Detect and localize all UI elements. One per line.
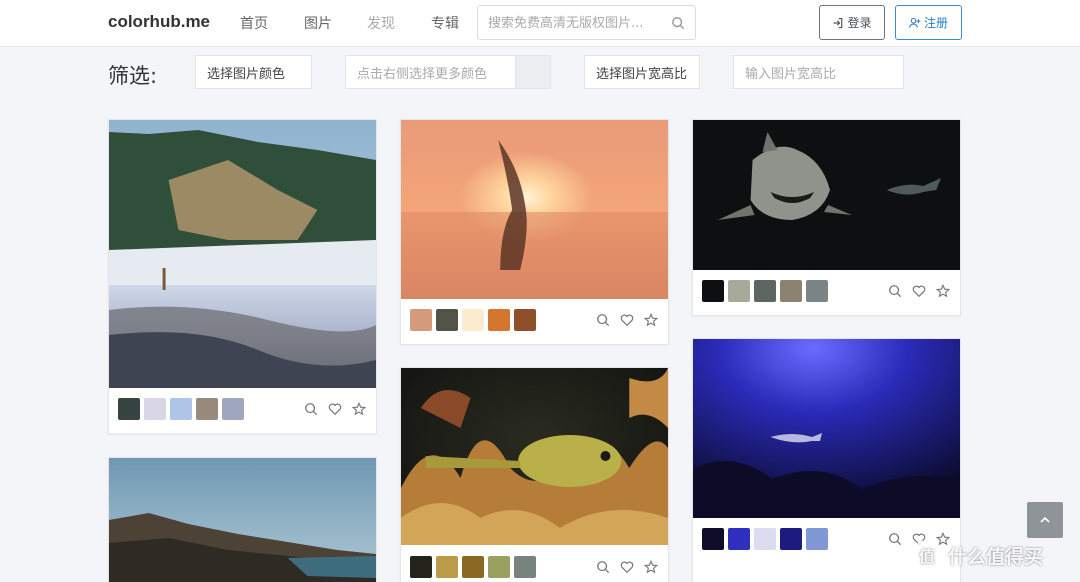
card-actions — [596, 560, 658, 574]
site-logo[interactable]: colorhub.me — [108, 12, 210, 32]
watermark-text: 什么值得买 — [948, 545, 1044, 568]
top-navbar: colorhub.me 首页 图片 发现 专辑 登录 注册 — [0, 0, 1080, 47]
photo-underwater-blue[interactable] — [693, 339, 960, 518]
color-swatch[interactable] — [436, 309, 458, 331]
color-swatch[interactable] — [410, 309, 432, 331]
chevron-up-icon — [1040, 516, 1050, 523]
color-swatch[interactable] — [462, 309, 484, 331]
color-swatch[interactable] — [488, 556, 510, 578]
heart-icon[interactable] — [328, 402, 342, 416]
search-icon[interactable] — [596, 560, 610, 574]
nav-images[interactable]: 图片 — [304, 13, 332, 33]
color-swatch[interactable] — [488, 309, 510, 331]
star-icon[interactable] — [644, 313, 658, 327]
star-icon[interactable] — [936, 284, 950, 298]
nav-discover[interactable]: 发现 — [367, 13, 395, 33]
image-card[interactable] — [692, 119, 961, 316]
color-swatch[interactable] — [780, 528, 802, 550]
image-card[interactable] — [400, 367, 669, 582]
color-swatch[interactable] — [436, 556, 458, 578]
search-icon[interactable] — [596, 313, 610, 327]
star-icon[interactable] — [644, 560, 658, 574]
search-icon[interactable] — [888, 284, 902, 298]
color-swatch[interactable] — [806, 280, 828, 302]
color-swatch[interactable] — [806, 528, 828, 550]
color-swatch[interactable] — [118, 398, 140, 420]
search-icon[interactable] — [671, 16, 685, 30]
color-swatch[interactable] — [410, 556, 432, 578]
color-swatch[interactable] — [170, 398, 192, 420]
nav-albums[interactable]: 专辑 — [431, 13, 459, 33]
ratio-input[interactable]: 输入图片宽高比 — [733, 55, 904, 89]
photo-sunset-hair[interactable] — [401, 120, 668, 299]
color-swatch[interactable] — [780, 280, 802, 302]
photo-shark[interactable] — [693, 120, 960, 270]
watermark-logo: 值 — [912, 540, 942, 570]
color-swatch[interactable] — [702, 528, 724, 550]
ratio-select[interactable]: 选择图片宽高比 — [584, 55, 700, 89]
image-card[interactable] — [108, 457, 377, 582]
color-select[interactable]: 选择图片颜色 — [195, 55, 312, 89]
back-to-top-button[interactable] — [1027, 502, 1063, 538]
color-palette — [410, 556, 536, 578]
search-box — [477, 5, 696, 40]
color-swatch[interactable] — [754, 528, 776, 550]
login-icon — [833, 17, 843, 28]
watermark: 值 什么值得买 — [912, 540, 1043, 570]
heart-icon[interactable] — [912, 284, 926, 298]
card-actions — [596, 313, 658, 327]
color-swatch[interactable] — [754, 280, 776, 302]
photo-beach-cliff[interactable] — [109, 120, 376, 388]
card-actions — [304, 402, 366, 416]
heart-icon[interactable] — [620, 313, 634, 327]
color-swatch[interactable] — [702, 280, 724, 302]
star-icon[interactable] — [352, 402, 366, 416]
color-swatch[interactable] — [728, 280, 750, 302]
user-plus-icon — [909, 17, 921, 28]
signup-label: 注册 — [923, 16, 948, 30]
color-palette — [702, 280, 828, 302]
color-picker-button[interactable] — [515, 55, 551, 89]
color-palette — [118, 398, 244, 420]
color-swatch[interactable] — [222, 398, 244, 420]
color-swatch[interactable] — [514, 309, 536, 331]
color-swatch[interactable] — [144, 398, 166, 420]
color-palette — [702, 528, 828, 550]
image-card[interactable] — [400, 119, 669, 345]
color-swatch[interactable] — [196, 398, 218, 420]
heart-icon[interactable] — [620, 560, 634, 574]
color-palette — [410, 309, 536, 331]
search-icon[interactable] — [888, 532, 902, 546]
login-button[interactable]: 登录 — [819, 5, 885, 40]
card-actions — [888, 284, 950, 298]
login-label: 登录 — [847, 16, 872, 30]
search-input[interactable] — [488, 13, 658, 33]
photo-yellow-fish[interactable] — [401, 368, 668, 545]
color-swatch[interactable] — [514, 556, 536, 578]
signup-button[interactable]: 注册 — [895, 5, 962, 40]
color-swatch[interactable] — [728, 528, 750, 550]
image-card[interactable] — [108, 119, 377, 434]
search-icon[interactable] — [304, 402, 318, 416]
photo-rocky-coast[interactable] — [109, 458, 376, 582]
filter-label: 筛选: — [108, 64, 158, 88]
color-swatch[interactable] — [462, 556, 484, 578]
nav-home[interactable]: 首页 — [240, 13, 268, 33]
more-colors-input[interactable]: 点击右侧选择更多颜色 — [345, 55, 516, 89]
